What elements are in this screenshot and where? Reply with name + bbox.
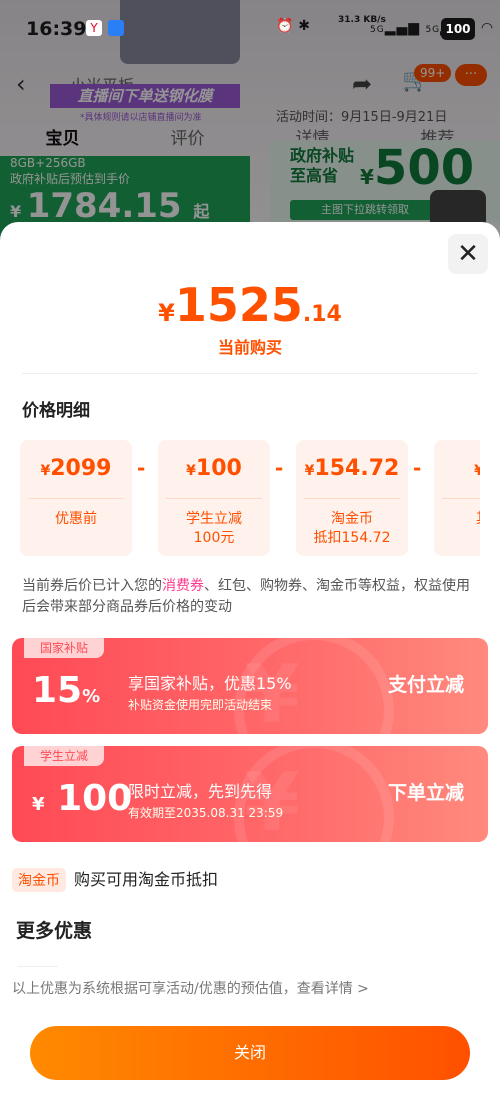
section-title: 价格明细 [22,401,90,421]
breakdown-value: ¥2099 [40,456,112,481]
breakdown-card-coins: ¥154.72 淘金币 抵扣154.72 [296,440,408,556]
breakdown-card-original: ¥2099 优惠前 [20,440,132,556]
app-notification-icon-2 [108,20,124,36]
price-label: 当前购买 [217,338,282,357]
breakdown-value: ¥100 [186,456,242,481]
status-time: 16:39 [26,18,87,40]
signal-icon: 5G▂▄▆ 5G▂▄▆ ◠ [370,20,495,36]
minus-sign: - [413,456,422,480]
coin-row: 淘金币 购买可用淘金币抵扣 [12,866,218,892]
breakdown-card-student: ¥100 学生立减 100元 [158,440,270,556]
price-note: 当前券后价已计入您的消费券、红包、购物券、淘金币等权益，权益使用后会带来部分商品… [22,578,470,615]
coin-chip: 淘金币 [12,868,66,892]
breakdown-card-other: ¥… 其他 [434,440,480,556]
close-button[interactable]: 关闭 [30,1026,470,1080]
consumer-voucher-link[interactable]: 消费券 [162,578,204,594]
disclaimer-link[interactable]: 以上优惠为系统根据可享活动/优惠的预估值，查看详情 > [12,978,369,998]
price-decimal: .14 [302,302,342,327]
app-notification-icon: Y [86,20,102,36]
promo-amount: ¥ 100 [32,778,133,819]
breakdown-value: ¥… [474,463,480,479]
status-icons: ⏰ ✱ [276,18,311,34]
background-product-page: ‹ 小米平板 直播间下单送钢化膜 *具体规则请以店铺直播间为准 ➦ 🛒 99+ … [0,0,500,240]
divider [22,373,478,374]
close-icon[interactable]: ✕ [448,234,488,274]
breakdown-value: ¥154.72 [304,456,400,481]
promo-tag: 国家补贴 [24,638,105,658]
battery-icon: 100 [441,18,475,40]
status-bar: 16:39 Y ⏰ ✱ 31.3 KB/s 5G▂▄▆ 5G▂▄▆ ◠ 100 [0,14,500,44]
promo-amount: 15% [32,670,101,711]
promo-action[interactable]: 支付立减 [388,670,464,697]
coin-text: 购买可用淘金币抵扣 [74,870,219,889]
minus-sign: - [137,456,146,480]
divider [18,966,58,967]
promo-line2: 有效期至2035.08.31 23:59 [128,806,284,820]
promo-line1: 限时立减，先到先得 [128,782,273,801]
card-divider [28,498,124,499]
promo-card-gov-subsidy[interactable]: ¥ 国家补贴 15% 享国家补贴，优惠15% 补贴资金使用完即活动结束 支付立减 [12,638,488,734]
price-currency: ¥ [158,299,175,327]
promo-line2: 补贴资金使用完即活动结束 [128,698,273,712]
price-breakdown[interactable]: ¥2099 优惠前 - ¥100 学生立减 100元 - ¥154.72 淘金币… [20,440,480,558]
current-price: ¥1525.14 [0,278,500,332]
promo-line1: 享国家补贴，优惠15% [128,674,292,693]
price-integer: 1525 [174,278,303,332]
breakdown-label: 优惠前 [55,511,97,527]
breakdown-label: 其他 [434,510,480,529]
card-divider [166,498,262,499]
more-offers-title: 更多优惠 [16,920,93,942]
promo-tag: 学生立减 [24,746,105,766]
promo-card-student[interactable]: ¥ 学生立减 ¥ 100 限时立减，先到先得 有效期至2035.08.31 23… [12,746,488,842]
card-divider [304,498,400,499]
minus-sign: - [275,456,284,480]
card-divider [442,498,480,499]
breakdown-label: 淘金币 抵扣154.72 [313,511,391,546]
promo-action[interactable]: 下单立减 [388,778,464,805]
breakdown-label: 学生立减 100元 [186,511,242,546]
